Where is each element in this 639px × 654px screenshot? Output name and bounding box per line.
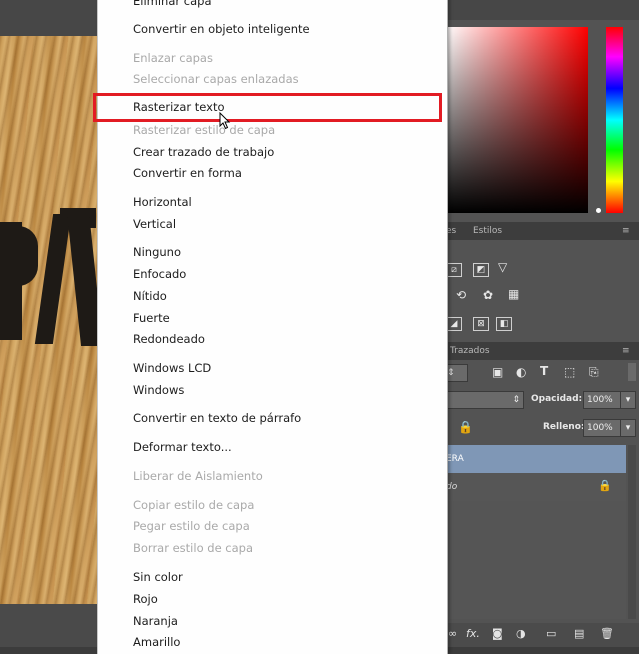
canvas-pasteboard bbox=[0, 604, 100, 647]
menu-item-windows-lcd[interactable]: Windows LCD bbox=[133, 361, 211, 375]
menu-item-convertir-objeto-inteligente[interactable]: Convertir en objeto inteligente bbox=[133, 22, 310, 36]
filter-toggle[interactable] bbox=[628, 363, 636, 381]
curves-icon[interactable]: ⧄ bbox=[446, 263, 462, 277]
opacity-dropdown[interactable]: ▾ bbox=[620, 391, 636, 409]
menu-item-horizontal[interactable]: Horizontal bbox=[133, 195, 192, 209]
new-layer-icon[interactable]: ▤ bbox=[574, 627, 584, 640]
text-artwork-fragment bbox=[34, 214, 72, 344]
fx-icon[interactable]: fx. bbox=[466, 627, 480, 640]
hue-slider[interactable] bbox=[606, 27, 623, 213]
layers-bottom-toolbar: ∞ fx. ◙ ◑ ▭ ▤ 🗑 bbox=[446, 623, 639, 647]
menu-item-borrar-estilo-capa: Borrar estilo de capa bbox=[133, 541, 254, 555]
lock-icon[interactable]: 🔒 bbox=[458, 420, 473, 434]
text-artwork-fragment bbox=[8, 226, 38, 286]
delete-layer-icon[interactable]: 🗑 bbox=[600, 627, 614, 640]
layers-list-empty bbox=[446, 501, 626, 619]
wood-texture-image bbox=[0, 36, 100, 604]
filter-adjustment-icon[interactable]: ◐ bbox=[516, 365, 526, 379]
layer-filter-stepper[interactable]: ⇕ bbox=[446, 364, 468, 382]
layers-tabbar: Trazados ≡ bbox=[446, 342, 639, 360]
menu-item-pegar-estilo-capa: Pegar estilo de capa bbox=[133, 519, 250, 533]
highlight-box bbox=[93, 93, 442, 122]
menu-item-enlazar-capas: Enlazar capas bbox=[133, 51, 213, 65]
menu-item-liberar-aislamiento: Liberar de Aislamiento bbox=[133, 469, 263, 483]
menu-item-redondeado[interactable]: Redondeado bbox=[133, 332, 205, 346]
fill-dropdown[interactable]: ▾ bbox=[620, 419, 636, 437]
adjustments-panel: ⧄ ◩ ▽ ⟲ ✿ ▦ ◢ ⊠ ◧ bbox=[446, 240, 639, 342]
new-adjustment-icon[interactable]: ◑ bbox=[516, 627, 526, 640]
layer-name: ERA bbox=[446, 454, 464, 464]
tab-paths[interactable]: Trazados bbox=[450, 346, 490, 356]
layers-scrollbar[interactable] bbox=[628, 445, 636, 619]
adjustments-tabbar: es Estilos ≡ bbox=[446, 222, 639, 240]
menu-item-convertir-en-forma[interactable]: Convertir en forma bbox=[133, 166, 242, 180]
gradient-map-icon[interactable]: ▽ bbox=[498, 260, 507, 274]
tab-styles[interactable]: Estilos bbox=[473, 226, 502, 236]
color-lookup-icon[interactable]: ✿ bbox=[483, 288, 493, 302]
filter-image-icon[interactable]: ▣ bbox=[492, 365, 503, 379]
filter-text-icon[interactable]: T bbox=[540, 364, 548, 378]
mouse-cursor-icon bbox=[219, 112, 231, 130]
link-layers-icon[interactable]: ∞ bbox=[448, 627, 457, 640]
panel-menu-icon[interactable]: ≡ bbox=[622, 226, 630, 236]
menu-item-rasterizar-estilo-capa: Rasterizar estilo de capa bbox=[133, 123, 276, 137]
opacity-label: Opacidad: bbox=[531, 394, 583, 404]
menu-item-vertical[interactable]: Vertical bbox=[133, 217, 176, 231]
menu-item-fuerte[interactable]: Fuerte bbox=[133, 311, 170, 325]
channel-mixer-icon[interactable]: ⟲ bbox=[456, 288, 466, 302]
menu-item-convertir-texto-parrafo[interactable]: Convertir en texto de párrafo bbox=[133, 411, 301, 425]
blend-mode-select[interactable]: ⇕ bbox=[446, 391, 524, 409]
threshold-icon[interactable]: ⊠ bbox=[473, 317, 489, 331]
menu-item-sin-color[interactable]: Sin color bbox=[133, 570, 183, 584]
menu-item-crear-trazado-trabajo[interactable]: Crear trazado de trabajo bbox=[133, 145, 274, 159]
posterize-icon[interactable]: ◢ bbox=[446, 317, 462, 331]
menu-item-seleccionar-capas-enlazadas: Seleccionar capas enlazadas bbox=[133, 72, 299, 86]
grid-icon[interactable]: ▦ bbox=[508, 287, 519, 301]
right-panels: es Estilos ≡ ⧄ ◩ ▽ ⟲ ✿ ▦ ◢ ⊠ ◧ Trazados … bbox=[446, 0, 639, 647]
document-canvas[interactable] bbox=[0, 0, 100, 647]
menu-item-rojo[interactable]: Rojo bbox=[133, 592, 158, 606]
hue-slider-handle[interactable] bbox=[596, 208, 601, 213]
exposure-icon[interactable]: ◩ bbox=[473, 263, 489, 277]
opacity-input[interactable]: 100% bbox=[583, 391, 622, 409]
layer-row-selected[interactable]: ERA bbox=[446, 445, 626, 473]
color-panel-header bbox=[446, 0, 639, 20]
menu-item-ninguno[interactable]: Ninguno bbox=[133, 245, 181, 259]
menu-item-eliminar-capa[interactable]: Eliminar capa bbox=[133, 0, 212, 8]
selective-color-icon[interactable]: ◧ bbox=[496, 317, 512, 331]
menu-item-deformar-texto[interactable]: Deformar texto... bbox=[133, 440, 232, 454]
text-artwork-fragment bbox=[66, 212, 100, 346]
menu-item-windows[interactable]: Windows bbox=[133, 383, 184, 397]
filter-shape-icon[interactable]: ⬚ bbox=[564, 365, 575, 379]
lock-icon: 🔒 bbox=[598, 479, 612, 492]
fill-input[interactable]: 100% bbox=[583, 419, 622, 437]
menu-item-nitido[interactable]: Nítido bbox=[133, 289, 167, 303]
add-mask-icon[interactable]: ◙ bbox=[492, 627, 503, 640]
color-picker-field[interactable] bbox=[446, 27, 588, 213]
new-group-icon[interactable]: ▭ bbox=[546, 627, 556, 640]
menu-item-copiar-estilo-capa: Copiar estilo de capa bbox=[133, 498, 255, 512]
filter-smart-object-icon[interactable]: ⎘ bbox=[589, 365, 599, 380]
menu-item-naranja[interactable]: Naranja bbox=[133, 614, 178, 628]
menu-item-enfocado[interactable]: Enfocado bbox=[133, 267, 186, 281]
fill-label: Relleno: bbox=[543, 422, 585, 432]
layer-row[interactable]: do 🔒 bbox=[446, 473, 626, 501]
panel-menu-icon[interactable]: ≡ bbox=[622, 346, 630, 356]
color-panel bbox=[446, 20, 639, 222]
